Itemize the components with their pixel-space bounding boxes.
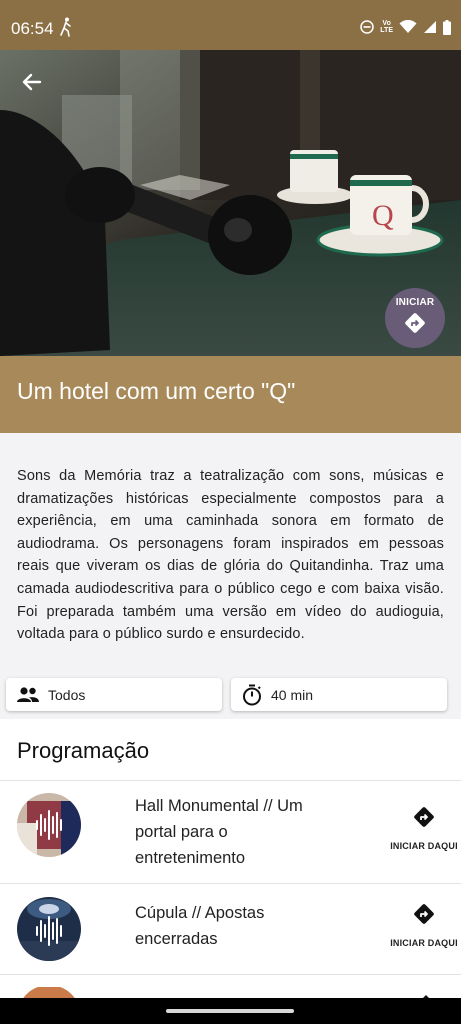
- stop-thumbnail: [17, 897, 81, 961]
- start-tour-button[interactable]: INICIAR: [385, 288, 445, 348]
- start-here-button[interactable]: INICIAR DAQUI: [388, 902, 460, 948]
- status-icons: Vo LTE: [360, 17, 451, 37]
- stop-title: Cúpula // Apostas encerradas: [135, 904, 265, 948]
- timer-icon: [243, 684, 261, 705]
- audience-label: Todos: [48, 686, 86, 703]
- directions-icon: [414, 807, 434, 827]
- volte-icon: Vo LTE: [380, 20, 393, 34]
- stop-thumbnail: [17, 793, 81, 857]
- directions-icon: [414, 904, 434, 924]
- start-tour-label: INICIAR: [395, 297, 435, 308]
- wifi-icon: [399, 20, 417, 33]
- list-item[interactable]: Hall Monumental // Um portal para o entr…: [0, 781, 461, 883]
- start-here-label: INICIAR DAQUI: [390, 841, 458, 851]
- title-band: Um hotel com um certo "Q": [0, 356, 461, 433]
- walking-icon: [60, 17, 71, 37]
- list-item[interactable]: Cúpula // Apostas encerradas INICIAR DAQ…: [0, 884, 461, 974]
- divider: [0, 974, 461, 975]
- do-not-disturb-icon: [360, 20, 375, 34]
- duration-label: 40 min: [271, 686, 314, 703]
- status-bar: 06:54 Vo LTE: [0, 0, 461, 50]
- home-handle[interactable]: [166, 1009, 294, 1013]
- program-section: Programação Hall Monumental // Um portal…: [0, 719, 461, 1017]
- program-heading: Programação: [17, 738, 150, 763]
- status-time: 06:54: [11, 19, 54, 38]
- audience-chip: Todos: [6, 678, 222, 711]
- system-nav-bar: [0, 998, 461, 1024]
- start-here-label: INICIAR DAQUI: [390, 938, 458, 948]
- tour-description: Sons da Memória traz a teatralização com…: [17, 468, 444, 643]
- start-here-button[interactable]: INICIAR DAQUI: [388, 805, 460, 851]
- battery-icon: [443, 19, 451, 35]
- directions-icon: [405, 313, 425, 333]
- stop-title: Hall Monumental // Um portal para o entr…: [135, 797, 303, 867]
- duration-chip: 40 min: [231, 678, 447, 711]
- arrow-back-icon[interactable]: [18, 68, 46, 96]
- page-title: Um hotel com um certo "Q": [17, 378, 296, 404]
- cell-signal-icon: [424, 21, 436, 33]
- svg-text:Q: Q: [372, 199, 394, 232]
- people-icon: [17, 686, 39, 702]
